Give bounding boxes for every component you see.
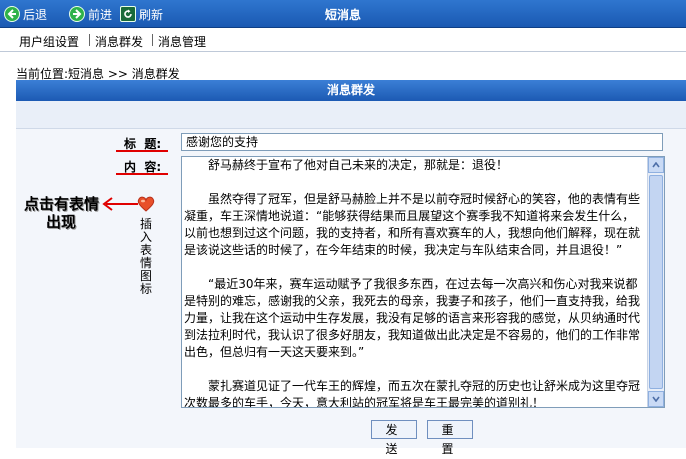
annotation-text: 点击有表情 出现 — [24, 195, 99, 231]
menu-item-user-group-settings[interactable]: 用户组设置 — [19, 33, 79, 50]
menu-bar: 用户组设置 消息群发 消息管理 — [0, 29, 686, 52]
content-paragraph: 舒马赫终于宣布了他对自己未来的决定，那就是：退役！ — [208, 158, 509, 172]
reset-button[interactable]: 重置 — [427, 420, 473, 456]
menu-item-mass-message[interactable]: 消息群发 — [95, 33, 143, 50]
content-paragraph: 蒙扎赛道见证了一代车王的辉煌，而五次在蒙扎夺冠的历史也让舒米成为这里夺冠次数最多… — [184, 379, 641, 408]
content-textarea[interactable]: 舒马赫终于宣布了他对自己未来的决定，那就是：退役！ 虽然夺得了冠军，但是舒马赫脸… — [181, 156, 665, 408]
title-annotation-underline — [116, 150, 168, 152]
content-paragraph: 虽然夺得了冠军，但是舒马赫脸上并不是以前夺冠时候舒心的笑容，他的表情有些凝重，车… — [184, 192, 641, 257]
menu-divider — [152, 34, 153, 46]
content-text: 舒马赫终于宣布了他对自己未来的决定，那就是：退役！ 虽然夺得了冠军，但是舒马赫脸… — [184, 157, 646, 408]
scroll-thumb[interactable] — [649, 175, 663, 389]
content-paragraph: “最近30年来，赛车运动赋予了我很多东西，在过去每一次高兴和伤心对我来说都是特别… — [184, 277, 641, 359]
title-input[interactable] — [181, 133, 663, 151]
chevron-down-icon — [652, 396, 660, 402]
annotation-line-2: 出现 — [46, 213, 77, 231]
annotation-arrow-icon — [102, 197, 138, 211]
panel-header: 消息群发 — [16, 80, 686, 101]
send-button[interactable]: 发送 — [371, 420, 417, 456]
menu-item-message-management[interactable]: 消息管理 — [158, 33, 206, 50]
insert-emoticon-label: 插入表情图标 — [139, 217, 152, 296]
scroll-down-button[interactable] — [648, 391, 664, 407]
panel-subheader — [16, 101, 686, 129]
content-scrollbar[interactable] — [647, 157, 664, 407]
page-title: 短消息 — [324, 8, 361, 22]
annotation-line-1: 点击有表情 — [24, 195, 100, 213]
left-margin — [0, 101, 10, 448]
top-toolbar: 后退 前进 刷新 短消息 — [0, 0, 686, 28]
chevron-up-icon — [652, 162, 660, 168]
heart-emoticon-icon[interactable] — [137, 196, 155, 212]
scroll-up-button[interactable] — [648, 157, 664, 173]
menu-divider — [89, 34, 90, 46]
content-annotation-underline — [116, 173, 168, 175]
